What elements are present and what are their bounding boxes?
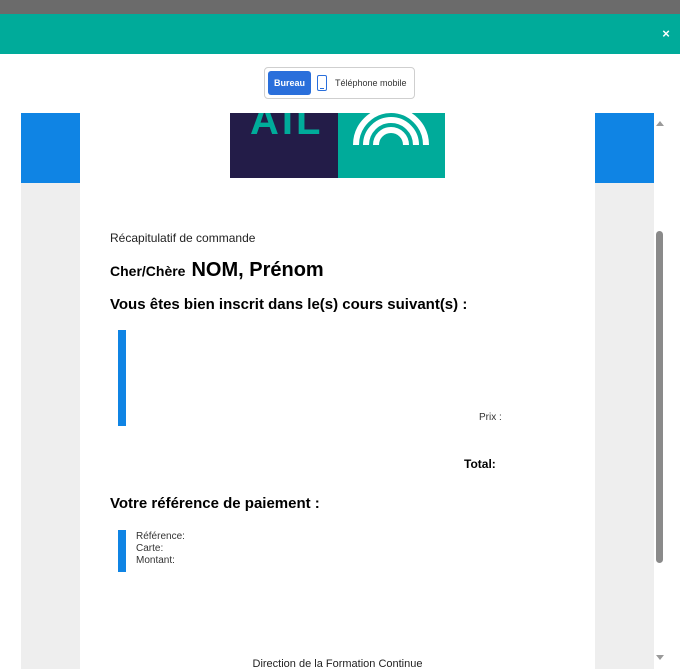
total-label: Total:	[464, 457, 496, 471]
courses-heading: Vous êtes bien inscrit dans le(s) cours …	[110, 296, 468, 313]
reference-label: Référence:	[136, 531, 185, 542]
greeting-name: NOM, Prénom	[191, 259, 324, 281]
phone-icon	[317, 75, 327, 91]
modal-header	[0, 14, 680, 54]
logo-text: AIL	[250, 113, 324, 143]
close-icon: ×	[662, 26, 670, 41]
card-label: Carte:	[136, 543, 164, 554]
amount-label: Montant:	[136, 555, 175, 566]
header-banner-left	[21, 113, 80, 183]
greeting-prefix: Cher/Chère	[110, 263, 186, 279]
course-accent-bar	[118, 330, 126, 426]
price-label: Prix :	[479, 412, 502, 423]
payment-heading: Votre référence de paiement :	[110, 495, 320, 512]
desktop-view-button[interactable]: Bureau	[268, 71, 311, 95]
scroll-down-icon[interactable]	[656, 655, 664, 660]
email-preview[interactable]: AIL Récapitulatif de commande Cher/Chère…	[21, 113, 654, 669]
scrollbar[interactable]	[654, 113, 666, 669]
desktop-view-label: Bureau	[273, 78, 305, 88]
device-toggle: Bureau Téléphone mobile	[264, 67, 415, 99]
payment-info: Référence: Carte: Montant:	[136, 531, 185, 567]
logo-arcs-icon	[338, 113, 445, 178]
email-body: AIL Récapitulatif de commande Cher/Chère…	[80, 113, 595, 669]
scroll-up-icon[interactable]	[656, 121, 664, 126]
top-strip	[0, 0, 680, 14]
mobile-view-label: Téléphone mobile	[335, 78, 407, 88]
payment-accent-bar	[118, 530, 126, 572]
footer-text: Direction de la Formation Continue	[252, 658, 423, 669]
close-button[interactable]: ×	[658, 24, 674, 44]
mobile-view-button[interactable]: Téléphone mobile	[314, 68, 414, 98]
header-banner-right	[595, 113, 654, 183]
scrollbar-thumb[interactable]	[656, 231, 663, 563]
greeting: Cher/Chère NOM, Prénom	[110, 259, 324, 282]
logo: AIL	[230, 113, 338, 178]
recap-title: Récapitulatif de commande	[110, 231, 256, 245]
